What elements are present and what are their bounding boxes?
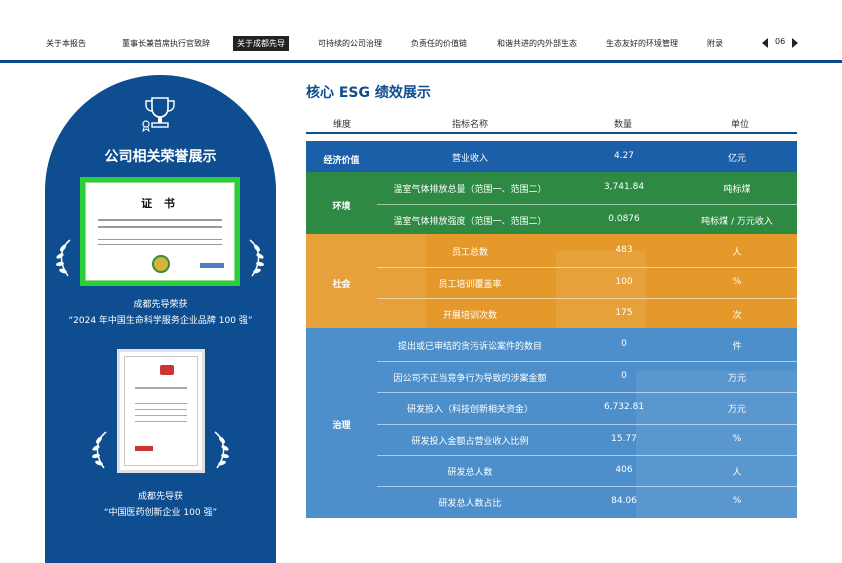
page-number: 06 (775, 37, 786, 46)
laurel-left-icon (56, 239, 71, 277)
row-separator (377, 360, 797, 362)
issuer-logo (200, 263, 224, 268)
table-cell-unit: 件 (732, 342, 742, 353)
certificate-image: 证 书 (80, 177, 240, 286)
next-page-icon[interactable] (792, 38, 798, 48)
laurel-left-icon-2 (92, 431, 107, 469)
row-separator (377, 486, 797, 488)
table-cell-value: 483 (615, 245, 633, 256)
header-divider (306, 132, 797, 134)
certificate-image-2 (117, 349, 205, 473)
table-cell-unit: 亿元 (727, 154, 747, 164)
table-cell-indicator: 温室气体排放强度（范围一、范围二） (393, 216, 547, 227)
table-cell-unit: % (732, 496, 742, 507)
nav-item-about-report[interactable]: 关于本报告 (46, 38, 86, 49)
table-cell-unit: 次 (732, 311, 742, 321)
table-cell-value: 6,732.81 (603, 402, 645, 413)
nav-item-appendix[interactable]: 附录 (707, 38, 723, 49)
table-cell-value: 0 (621, 339, 627, 350)
header-indicator: 指标名称 (452, 120, 489, 130)
prev-page-icon[interactable] (762, 38, 768, 48)
category-social: 社会 (332, 280, 351, 290)
table-cell-value: 15.77 (611, 433, 637, 444)
table-cell-value: 0 (621, 370, 627, 381)
table-cell-unit: 人 (732, 248, 742, 259)
row-separator (377, 392, 797, 394)
table-cell-indicator: 开展培训次数 (442, 311, 498, 321)
table-cell-indicator: 营业收入 (451, 154, 489, 164)
table-cell-value: 0.0876 (608, 213, 640, 224)
table-cell-unit: 吨标煤 (723, 185, 751, 196)
table-cell-indicator: 员工总数 (451, 248, 489, 259)
table-cell-value: 84.06 (611, 496, 637, 507)
band-economic (306, 141, 797, 172)
honors-title: 公司相关荣誉展示 (104, 149, 217, 165)
row-separator (377, 266, 797, 268)
table-cell-value: 3,741.84 (603, 182, 645, 193)
top-navigation: 关于本报告 董事长兼首席执行官致辞 关于成都先导 可持续的公司治理 负责任的价值… (0, 0, 842, 63)
laurel-right-icon-2 (214, 431, 229, 469)
table-cell-value: 4.27 (613, 151, 635, 161)
cpeo-logo (160, 365, 174, 375)
nav-item-governance[interactable]: 可持续的公司治理 (318, 38, 382, 49)
category-governance: 治理 (332, 421, 351, 431)
table-cell-value: 406 (615, 465, 633, 475)
table-cell-indicator: 提出或已审结的贪污诉讼案件的数目 (397, 342, 543, 353)
table-cell-value: 100 (615, 276, 633, 287)
table-cell-indicator: 研发投入金额占营业收入比例 (411, 436, 529, 447)
table-cell-indicator: 研发投入（科技创新相关资金） (406, 405, 534, 416)
award-caption-2: 成都先导获 “中国医药创新企业 100 强” (103, 492, 218, 518)
table-cell-unit: % (732, 276, 742, 287)
nav-item-ecosystem[interactable]: 和谐共进的内外部生态 (497, 38, 577, 49)
table-cell-unit: 人 (732, 468, 742, 478)
row-separator (377, 203, 797, 205)
nav-item-value-chain[interactable]: 负责任的价值链 (411, 38, 467, 49)
row-separator (377, 423, 797, 425)
header-dimension: 维度 (333, 120, 352, 130)
table-cell-value: 175 (615, 308, 633, 318)
award-caption-1: 成都先导荣获 “2024 年中国生命科学服务企业品牌 100 强” (68, 300, 253, 326)
seal-icon (152, 255, 170, 273)
table-cell-unit: 万元 (727, 373, 747, 384)
table-cell-indicator: 温室气体排放总量（范围一、范围二） (393, 185, 547, 196)
esg-table: 经济价值 环境 社会 治理 营业收入 4.27 亿元温室气体排放总量（范围一、范围二… (306, 141, 797, 518)
category-economic: 经济价值 (323, 156, 360, 166)
row-separator (377, 455, 797, 456)
table-cell-unit: % (732, 433, 742, 444)
table-cell-indicator: 研发总人数占比 (438, 499, 502, 510)
category-environment: 环境 (332, 202, 351, 212)
table-cell-indicator: 研发总人数 (447, 468, 493, 478)
nav-item-about-company[interactable]: 关于成都先导 (233, 36, 289, 51)
row-separator (377, 298, 797, 299)
table-cell-unit: 吨标煤 / 万元收入 (701, 216, 773, 227)
issuer-stamp (135, 446, 153, 451)
header-unit: 单位 (731, 120, 750, 130)
nav-item-chairman-message[interactable]: 董事长兼首席执行官致辞 (122, 38, 210, 49)
nav-item-environment[interactable]: 生态友好的环境管理 (606, 38, 678, 49)
table-cell-unit: 万元 (727, 405, 747, 416)
table-cell-indicator: 员工培训覆盖率 (438, 279, 502, 290)
certificate-heading: 证 书 (141, 197, 179, 210)
nav-divider (0, 60, 842, 63)
trophy-icon (142, 97, 175, 132)
laurel-right-icon (249, 239, 264, 277)
header-value: 数量 (614, 120, 633, 130)
table-cell-indicator: 因公司不正当竞争行为导致的涉案金额 (393, 373, 547, 384)
section-title: 核心 ESG 绩效展示 (306, 85, 431, 101)
